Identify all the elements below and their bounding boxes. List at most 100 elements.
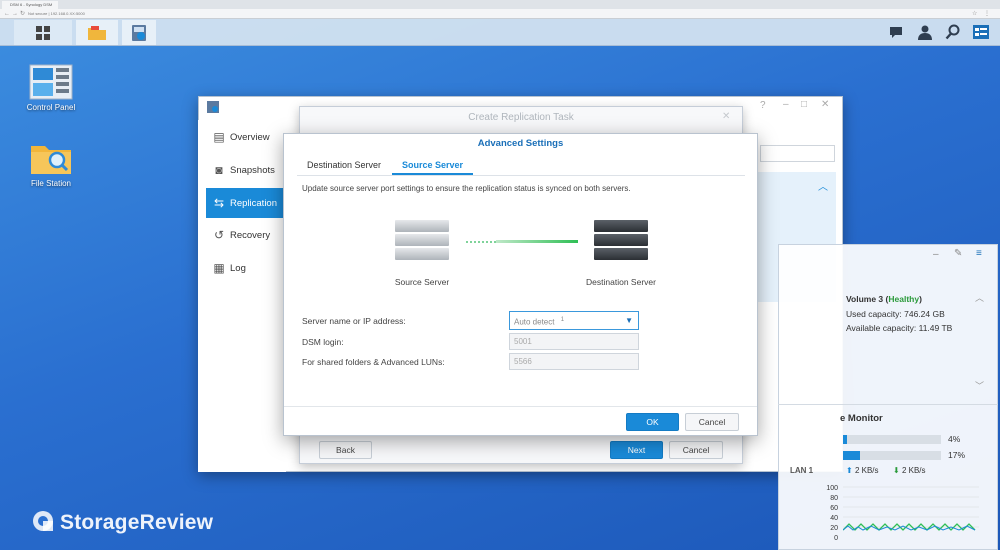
url-field[interactable]: Not secure | 192.168.0.XX:5000 [28,10,888,18]
cancel-button[interactable]: Cancel [685,413,739,431]
source-server-label: Source Server [394,277,450,287]
cpu-bar [843,435,941,444]
available-capacity: Available capacity: 11.49 TB [846,323,953,333]
upload-rate: ⬆ 2 KB/s [846,466,879,475]
sidebar-item-overview[interactable]: ▤ Overview [206,124,284,150]
back-icon[interactable]: ← [4,9,10,19]
wizard-cancel-button[interactable]: Cancel [669,441,723,459]
browser-tab-bar [0,0,1000,9]
destination-server-label: Destination Server [586,277,656,287]
storagereview-watermark: StorageReview [32,510,213,535]
control-panel-shortcut[interactable]: Control Panel [18,64,84,112]
camera-icon: ◙ [215,163,223,177]
log-icon: ▦ [213,261,225,275]
y-tick: 60 [830,505,838,512]
sidebar-item-snapshots[interactable]: ◙ Snapshots [206,157,284,183]
shared-folders-label: For shared folders & Advanced LUNs: [302,357,445,367]
sidebar-item-recovery[interactable]: ↺ Recovery [206,222,284,248]
user-icon[interactable] [917,24,933,42]
sidebar-item-label: Log [230,262,246,274]
search-icon[interactable] [945,24,961,42]
used-capacity: Used capacity: 746.24 GB [846,309,945,319]
lan-label: LAN 1 [790,466,814,475]
sidebar-item-label: Recovery [230,229,271,241]
app-icon [207,101,219,113]
control-panel-label: Control Panel [26,103,76,112]
forward-icon[interactable]: → [12,9,18,19]
file-station-shortcut[interactable]: File Station [18,140,84,188]
resource-monitor-title: e Monitor [840,413,883,424]
recovery-icon: ↺ [213,228,225,242]
wizard-title: Create Replication Task [468,112,574,123]
advanced-settings-dialog [283,133,758,436]
sidebar-item-label: Replication [230,197,277,209]
server-name-value: Auto detect [514,317,555,327]
cpu-bar-fill [843,435,847,444]
storagereview-logo-icon [33,511,53,531]
widget-settings-icon[interactable]: ≡ [976,248,982,259]
tab-source-server[interactable]: Source Server [392,155,474,175]
snapshot-replication-icon [132,24,146,41]
ram-bar [843,451,941,460]
sidebar-item-label: Snapshots [230,164,275,176]
dsm-login-label: DSM login: [302,337,344,347]
overview-icon: ▤ [213,130,225,144]
tab-destination-server[interactable]: Destination Server [297,155,391,175]
control-panel-icon [29,64,73,100]
close-icon[interactable]: ✕ [821,99,829,110]
cpu-percent: 4% [948,434,961,444]
upload-arrow-icon: ⬆ [846,466,853,475]
sync-line [496,240,578,243]
ok-button[interactable]: OK [626,413,679,431]
reload-icon[interactable]: ↻ [20,9,25,19]
taskbar-file-station[interactable] [76,20,118,45]
dialog-title: Advanced Settings [477,138,564,149]
ram-percent: 17% [948,450,966,460]
volume-name: Volume 3 [846,294,884,304]
ram-bar-fill [843,451,860,460]
widget-divider [778,404,998,405]
next-button[interactable]: Next [610,441,663,459]
sidebar-item-log[interactable]: ▦ Log [206,255,284,281]
main-menu-button[interactable] [14,20,72,45]
sidebar-item-replication[interactable]: ⇆ Replication [206,188,284,218]
wizard-close-icon[interactable]: ✕ [722,111,730,122]
chat-icon[interactable] [888,24,904,42]
search-field[interactable] [760,145,835,162]
replication-icon: ⇆ [213,196,225,210]
server-name-dropdown[interactable]: Auto detect 1 ▼ [509,311,639,330]
tab-divider [297,175,745,176]
browser-tab[interactable]: DSM 6 - Synology DSM [2,1,58,9]
taskbar-snapshot-replication[interactable] [122,20,156,45]
chevron-up-icon[interactable]: ︿ [975,291,984,304]
back-button[interactable]: Back [319,441,372,459]
download-rate: ⬇ 2 KB/s [893,466,926,475]
server-name-label: Server name or IP address: [302,316,406,326]
star-icon[interactable]: ☆ [972,9,977,19]
network-graph [843,486,979,531]
network-y-axis: 100 80 60 40 20 0 [818,484,838,544]
widget-minimize-icon[interactable]: – [933,249,939,260]
watermark-text: StorageReview [60,511,214,534]
maximize-icon[interactable]: □ [801,99,807,110]
upload-value: 2 KB/s [854,466,879,475]
y-tick: 80 [830,495,838,502]
minimize-icon[interactable]: – [783,99,789,110]
y-tick: 40 [830,515,838,522]
footnote-marker: 1 [560,317,565,323]
y-tick: 100 [826,485,838,492]
volume-status: Healthy [888,294,920,304]
widgets-icon[interactable] [972,23,990,43]
menu-icon[interactable]: ⋮ [984,9,990,19]
source-server-icon [395,220,449,262]
chevron-down-icon[interactable]: ﹀ [975,379,984,392]
shared-folders-field: 5566 [509,353,639,370]
sync-line-dotted [466,241,496,243]
help-icon[interactable]: ? [760,100,766,111]
download-arrow-icon: ⬇ [893,466,900,475]
file-station-icon [31,146,71,174]
pin-icon[interactable]: ✎ [954,248,962,259]
footer-divider [284,406,757,407]
chevron-up-icon[interactable]: ︿ [818,178,828,193]
destination-server-icon [594,220,648,262]
